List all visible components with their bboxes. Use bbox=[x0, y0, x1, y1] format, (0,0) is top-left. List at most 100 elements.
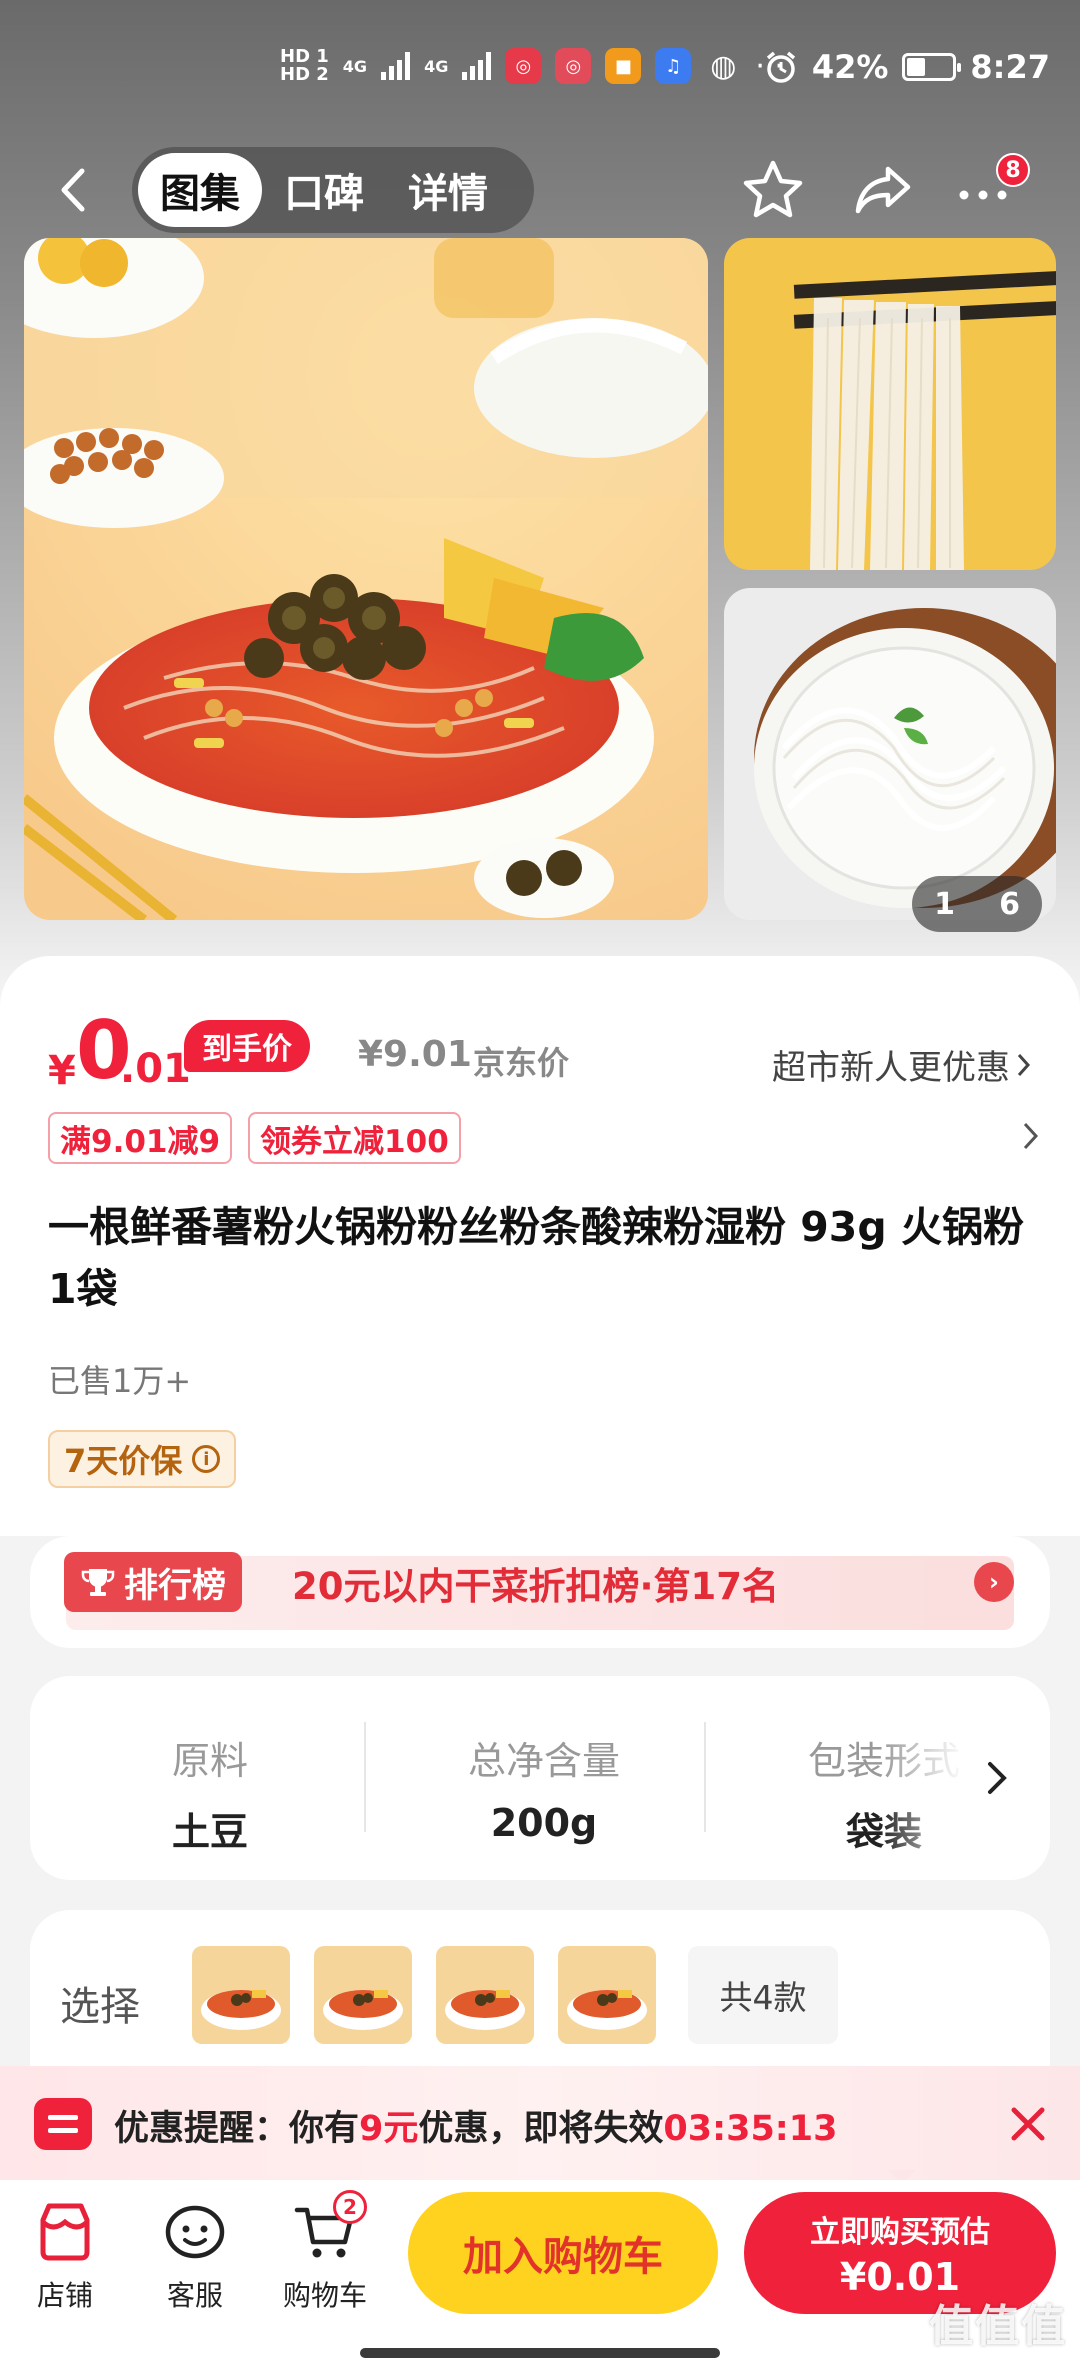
status-left: HD 1 HD 2 4G 4G ◎ ◎ ■ ♫ ◍ ··· bbox=[280, 48, 784, 84]
product-info-card: ¥ 0 .01 到手价 ¥9.01 京东价 超市新人更优惠 满9.01减9 领券… bbox=[0, 956, 1080, 1536]
gallery-counter: 1 6 bbox=[912, 876, 1042, 932]
ranking-text: 20元以内干菜折扣榜·第17名 bbox=[292, 1565, 780, 1608]
reminder-amount: 9元 bbox=[359, 2109, 419, 2149]
variant-thumbnail[interactable] bbox=[558, 1946, 656, 2044]
noodle-bowl-image bbox=[24, 238, 708, 920]
signal-icon bbox=[381, 52, 411, 80]
ranking-tag-label: 排行榜 bbox=[124, 1565, 226, 1606]
app-notification-icon: ■ bbox=[605, 48, 642, 84]
variant-thumbnail[interactable] bbox=[436, 1946, 534, 2044]
message-badge: 8 bbox=[996, 153, 1030, 187]
info-icon: i bbox=[192, 1445, 221, 1473]
coupon-item[interactable]: 领券立减100 bbox=[248, 1112, 461, 1164]
hero-area: HD 1 HD 2 4G 4G ◎ ◎ ■ ♫ ◍ ··· 42% 8:27 图… bbox=[0, 0, 1080, 990]
reminder-middle: 优惠，即将失效 bbox=[418, 2109, 664, 2149]
attributes-card[interactable]: 原料 土豆 总净含量 200g 包装形式 袋装 bbox=[30, 1676, 1050, 1880]
battery-level bbox=[907, 58, 926, 76]
chevron-right-icon bbox=[1017, 1053, 1031, 1076]
original-price-label: 京东价 bbox=[473, 1044, 570, 1082]
price-currency: ¥ bbox=[48, 1048, 76, 1094]
price-protection-label: 7天价保 bbox=[64, 1442, 183, 1480]
coupon-chevron-icon[interactable] bbox=[1016, 1118, 1046, 1154]
ranking-arrow-icon: › bbox=[974, 1562, 1014, 1602]
watermark-logo: 值值值 bbox=[929, 2301, 1067, 2352]
signal-icon-2 bbox=[462, 52, 492, 80]
attribute-value: 土豆 bbox=[171, 1810, 248, 1854]
cart-badge: 2 bbox=[333, 2190, 367, 2224]
promo-label: 超市新人更优惠 bbox=[772, 1048, 1010, 1088]
gallery-current: 1 bbox=[934, 886, 955, 922]
cart-button[interactable]: 2 购物车 bbox=[270, 2190, 380, 2314]
noodle-plate-image bbox=[724, 588, 1056, 920]
cart-icon: 2 bbox=[293, 2190, 367, 2264]
tab-details[interactable]: 详情 bbox=[386, 153, 510, 227]
tab-gallery[interactable]: 图集 bbox=[138, 153, 262, 227]
wechat-icon: ◍ bbox=[710, 48, 737, 84]
bottom-action-bar: 店铺 客服 2 购物车 加入购物车 立即购买预估 ¥0.01 bbox=[0, 2180, 1080, 2376]
original-price: ¥9.01 bbox=[358, 1034, 472, 1075]
attribute-divider bbox=[364, 1722, 366, 1832]
sold-count: 已售1万+ bbox=[48, 1362, 192, 1400]
gallery-total: 6 bbox=[999, 886, 1020, 922]
clock: 8:27 bbox=[970, 48, 1050, 86]
alarm-icon bbox=[766, 51, 795, 83]
cart-label: 购物车 bbox=[282, 2279, 367, 2312]
product-image-plate[interactable] bbox=[724, 588, 1056, 920]
variant-thumbnail[interactable] bbox=[192, 1946, 290, 2044]
store-label: 店铺 bbox=[36, 2279, 93, 2312]
chevron-right-icon bbox=[988, 1762, 1007, 1794]
watermark: 值值值 zhizhizhi.com bbox=[928, 2290, 1068, 2373]
home-indicator[interactable] bbox=[360, 2348, 720, 2358]
app-notification-icon: ◎ bbox=[505, 48, 542, 84]
variant-image bbox=[314, 1946, 412, 2044]
trophy-icon bbox=[81, 1569, 115, 1596]
tab-reviews[interactable]: 口碑 bbox=[262, 153, 386, 227]
variant-image bbox=[558, 1946, 656, 2044]
variant-selector-label: 选择 bbox=[60, 1984, 140, 2030]
coupon-item[interactable]: 满9.01减9 bbox=[48, 1112, 233, 1164]
add-to-cart-button[interactable]: 加入购物车 bbox=[408, 2192, 718, 2314]
share-icon[interactable] bbox=[850, 157, 916, 223]
product-image-noodles[interactable] bbox=[724, 238, 1056, 570]
coupon-list: 满9.01减9 领券立减100 bbox=[48, 1112, 461, 1164]
discount-reminder-banner[interactable]: 优惠提醒：你有9元优惠，即将失效03:35:13 bbox=[0, 2066, 1080, 2180]
reminder-text: 优惠提醒：你有9元优惠，即将失效03:35:13 bbox=[114, 2100, 838, 2151]
price-decimal: .01 bbox=[120, 1046, 191, 1092]
ranking-tag: 排行榜 bbox=[64, 1552, 242, 1612]
hd2-label: HD 2 bbox=[280, 64, 329, 85]
price-row: ¥ 0 .01 到手价 ¥9.01 京东价 超市新人更优惠 bbox=[48, 1006, 1038, 1096]
variant-count[interactable]: 共4款 bbox=[688, 1946, 838, 2044]
network-type-2: 4G bbox=[424, 56, 449, 76]
variant-thumbnail[interactable] bbox=[314, 1946, 412, 2044]
product-title: 一根鲜番薯粉火锅粉粉丝粉条酸辣粉湿粉 93g 火锅粉 1袋 bbox=[48, 1203, 1024, 1313]
status-right: 42% 8:27 bbox=[764, 48, 1050, 86]
customer-service-label: 客服 bbox=[166, 2279, 223, 2312]
store-icon bbox=[33, 2200, 97, 2264]
status-bar: HD 1 HD 2 4G 4G ◎ ◎ ■ ♫ ◍ ··· 42% 8:27 bbox=[0, 40, 1080, 110]
music-app-icon: ♫ bbox=[655, 48, 692, 84]
top-navigation: 图集 口碑 详情 8 bbox=[0, 145, 1080, 235]
attribute-value: 200g bbox=[490, 1801, 598, 1845]
close-icon[interactable] bbox=[1006, 2102, 1050, 2146]
attribute-divider bbox=[704, 1722, 706, 1832]
more-menu[interactable]: 8 bbox=[950, 153, 1050, 223]
battery-icon bbox=[902, 53, 962, 81]
customer-service-icon bbox=[163, 2200, 227, 2264]
favorite-star-icon[interactable] bbox=[740, 157, 806, 223]
variant-image bbox=[192, 1946, 290, 2044]
store-button[interactable]: 店铺 bbox=[10, 2200, 120, 2314]
attribute-fade bbox=[880, 1676, 1050, 1880]
attribute-item: 总净含量 200g bbox=[384, 1730, 704, 1845]
hd-indicator: HD 1 HD 2 bbox=[280, 48, 329, 84]
ranking-card[interactable]: 排行榜 20元以内干菜折扣榜·第17名 › bbox=[30, 1536, 1050, 1648]
tab-bar: 图集 口碑 详情 bbox=[132, 147, 534, 233]
back-icon[interactable] bbox=[50, 165, 100, 215]
customer-service-button[interactable]: 客服 bbox=[140, 2200, 250, 2314]
product-image-main[interactable] bbox=[24, 238, 708, 920]
newcomer-promo-link[interactable]: 超市新人更优惠 bbox=[772, 1040, 1032, 1089]
noodle-strands-image bbox=[724, 238, 1056, 570]
price-protection-badge[interactable]: 7天价保 i bbox=[48, 1430, 237, 1488]
variant-image bbox=[436, 1946, 534, 2044]
battery-percent: 42% bbox=[811, 48, 889, 86]
reminder-prefix: 优惠提醒：你有 bbox=[114, 2109, 360, 2149]
